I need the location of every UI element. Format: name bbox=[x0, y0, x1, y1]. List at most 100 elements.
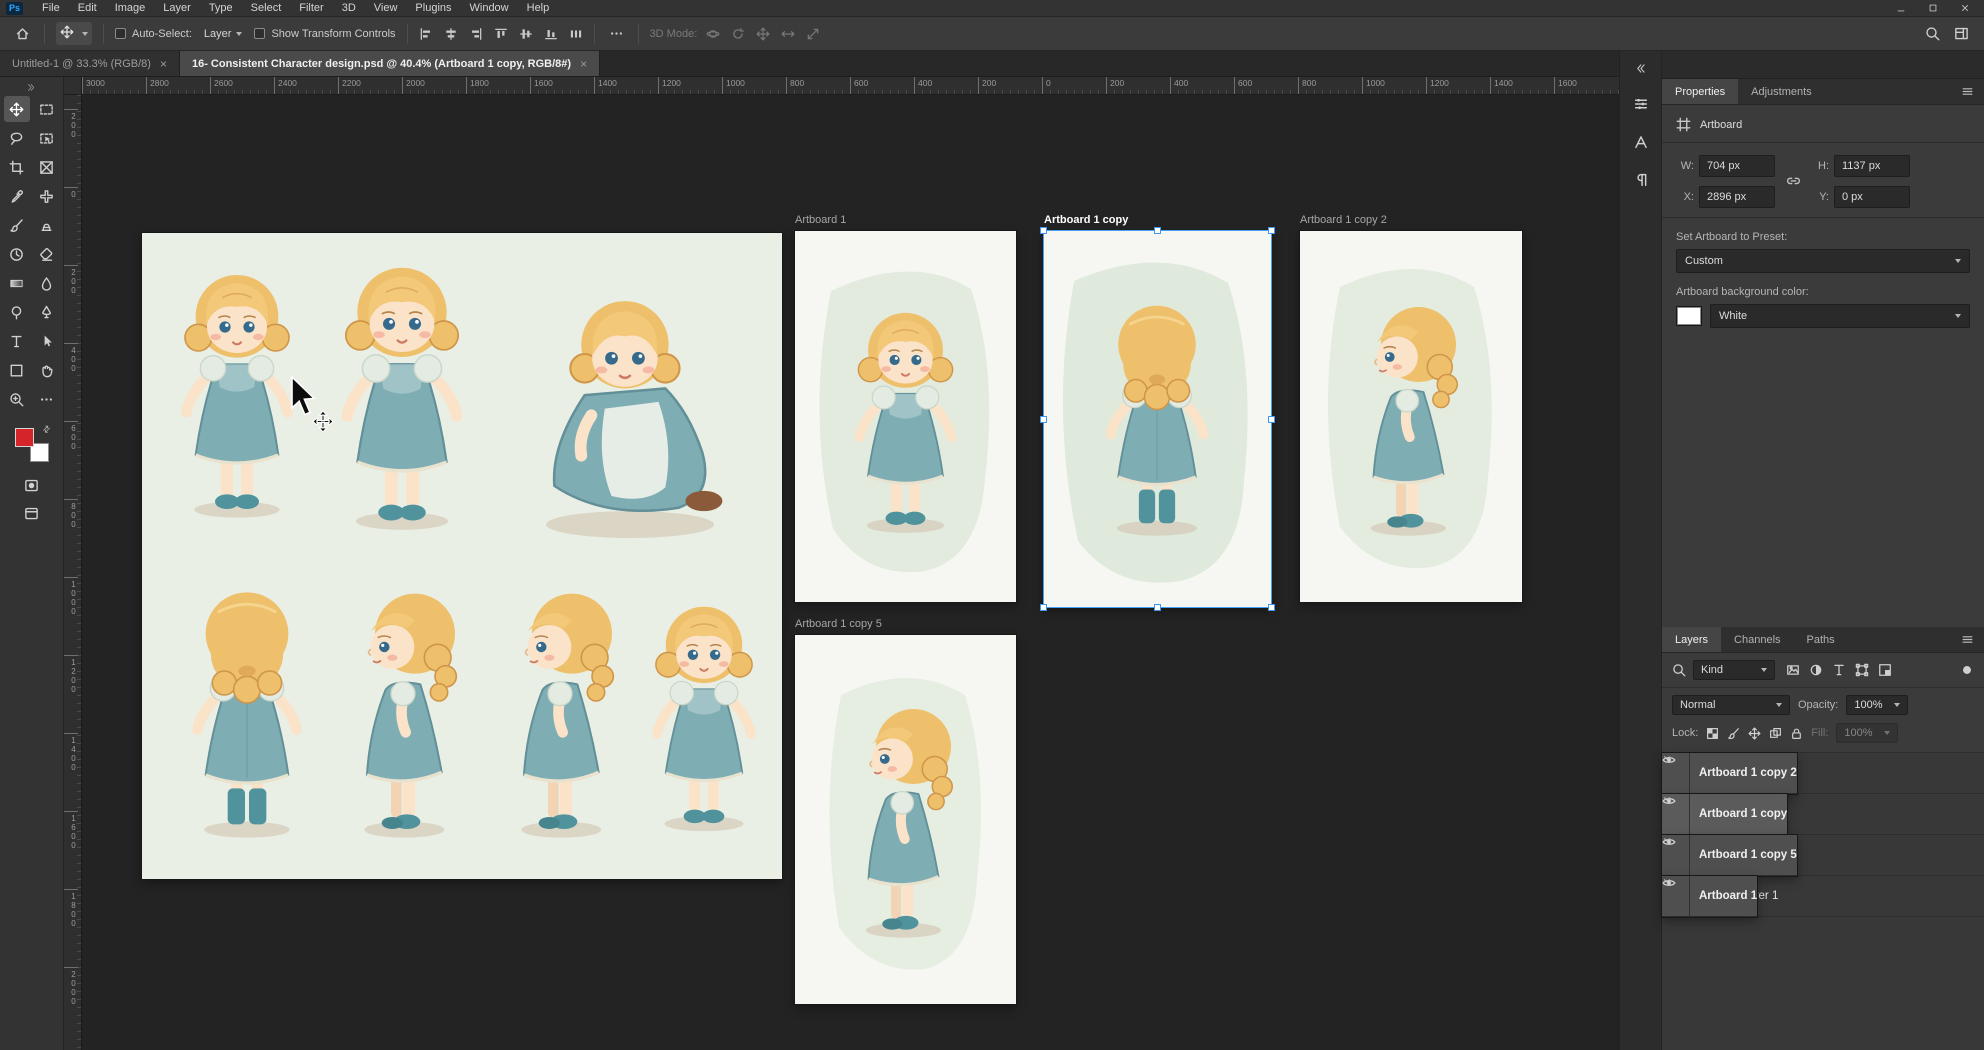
panel-menu-icon[interactable] bbox=[1951, 627, 1984, 652]
screen-mode-button[interactable] bbox=[19, 500, 45, 526]
selection-handle[interactable] bbox=[1154, 227, 1161, 234]
tab-channels[interactable]: Channels bbox=[1721, 627, 1793, 652]
filter-toggle-icon[interactable] bbox=[1960, 663, 1974, 677]
home-icon[interactable] bbox=[12, 23, 33, 44]
foreground-color-swatch[interactable] bbox=[15, 428, 34, 447]
eyedropper-tool[interactable] bbox=[4, 183, 30, 209]
lock-transparent-icon[interactable] bbox=[1706, 727, 1719, 740]
artboard-group-row[interactable]: Artboard 1 copy 5 bbox=[1662, 835, 1797, 876]
object-selection-tool[interactable] bbox=[34, 125, 60, 151]
lock-all-icon[interactable] bbox=[1790, 727, 1803, 740]
shape-filter-icon[interactable] bbox=[1855, 663, 1869, 677]
show-transform-checkbox[interactable]: Show Transform Controls bbox=[254, 28, 395, 40]
align-right-button[interactable] bbox=[469, 27, 483, 41]
selection-handle[interactable] bbox=[1154, 604, 1161, 611]
adjustment-filter-icon[interactable] bbox=[1809, 663, 1823, 677]
opacity-select[interactable]: 100% bbox=[1846, 695, 1908, 715]
selection-handle[interactable] bbox=[1040, 227, 1047, 234]
menu-image[interactable]: Image bbox=[106, 1, 155, 15]
pixel-filter-icon[interactable] bbox=[1786, 663, 1800, 677]
align-left-button[interactable] bbox=[419, 27, 433, 41]
workspace-switcher-icon[interactable] bbox=[1951, 23, 1972, 44]
brush-settings-icon[interactable] bbox=[1629, 92, 1653, 116]
x-field[interactable]: 2896 px bbox=[1699, 186, 1775, 208]
menu-type[interactable]: Type bbox=[200, 1, 242, 15]
layer-name[interactable]: Artboard 1 copy bbox=[1699, 808, 1787, 820]
menu-3d[interactable]: 3D bbox=[333, 1, 365, 15]
eraser-tool[interactable] bbox=[34, 241, 60, 267]
tab-adjustments[interactable]: Adjustments bbox=[1738, 79, 1825, 104]
canvas[interactable]: Artboard 1 Artboard 1 copy bbox=[82, 95, 1619, 1050]
drag-3d-icon[interactable] bbox=[756, 27, 770, 41]
artboard-group-row[interactable]: Artboard 1 bbox=[1662, 876, 1757, 917]
align-bottom-button[interactable] bbox=[544, 27, 558, 41]
fill-select[interactable]: 100% bbox=[1836, 723, 1898, 743]
smart-object-filter-icon[interactable] bbox=[1878, 663, 1892, 677]
lock-image-icon[interactable] bbox=[1727, 727, 1740, 740]
zoom-tool[interactable] bbox=[4, 386, 30, 412]
menu-window[interactable]: Window bbox=[461, 1, 518, 15]
lock-artboard-icon[interactable] bbox=[1769, 727, 1782, 740]
artboard-1-copy[interactable] bbox=[1044, 231, 1271, 607]
selection-handle[interactable] bbox=[1268, 416, 1275, 423]
menu-select[interactable]: Select bbox=[242, 1, 291, 15]
move-tool[interactable] bbox=[4, 96, 30, 122]
checkbox-box[interactable] bbox=[115, 28, 126, 39]
artboard-label[interactable]: Artboard 1 copy 5 bbox=[795, 618, 882, 630]
align-top-button[interactable] bbox=[494, 27, 508, 41]
ruler-corner[interactable] bbox=[64, 77, 82, 95]
horizontal-ruler[interactable]: 3000280026002400220020001800160014001200… bbox=[82, 77, 1619, 95]
tab-close-button[interactable]: × bbox=[580, 57, 587, 71]
menu-file[interactable]: File bbox=[33, 1, 69, 15]
close-icon[interactable] bbox=[1960, 3, 1970, 13]
distribute-h-button[interactable] bbox=[569, 27, 583, 41]
path-selection-tool[interactable] bbox=[34, 328, 60, 354]
artboard-1[interactable] bbox=[795, 231, 1016, 602]
orbit-3d-icon[interactable] bbox=[706, 27, 720, 41]
crop-tool[interactable] bbox=[4, 154, 30, 180]
document-tab-2[interactable]: 16- Consistent Character design.psd @ 40… bbox=[180, 51, 600, 76]
menu-view[interactable]: View bbox=[365, 1, 407, 15]
filter-kind-select[interactable]: Kind bbox=[1693, 660, 1775, 680]
height-field[interactable]: 1137 px bbox=[1834, 155, 1910, 177]
tab-properties[interactable]: Properties bbox=[1662, 79, 1738, 104]
y-field[interactable]: 0 px bbox=[1834, 186, 1910, 208]
auto-select-checkbox[interactable]: Auto-Select: bbox=[115, 28, 192, 40]
artboard-character-sheet[interactable] bbox=[142, 233, 782, 879]
swap-colors-icon[interactable]: ⇄ bbox=[40, 423, 53, 436]
vertical-ruler[interactable]: 2000200400600800100012001400160018002000 bbox=[64, 95, 82, 1050]
artboard-group-row[interactable]: Artboard 1 copy bbox=[1662, 794, 1787, 835]
toolbar-collapse-button[interactable] bbox=[27, 80, 36, 94]
healing-tool[interactable] bbox=[34, 183, 60, 209]
artboard-1-copy-5[interactable] bbox=[795, 635, 1016, 1004]
selection-handle[interactable] bbox=[1040, 416, 1047, 423]
align-middle-button[interactable] bbox=[519, 27, 533, 41]
blur-tool[interactable] bbox=[34, 270, 60, 296]
quick-mask-button[interactable] bbox=[19, 472, 45, 498]
hand-tool[interactable] bbox=[34, 357, 60, 383]
artboard-preset-select[interactable]: Custom bbox=[1676, 249, 1970, 273]
character-panel-icon[interactable] bbox=[1629, 130, 1653, 154]
tab-layers[interactable]: Layers bbox=[1662, 627, 1721, 652]
frame-tool[interactable] bbox=[34, 154, 60, 180]
menu-help[interactable]: Help bbox=[518, 1, 559, 15]
scale-3d-icon[interactable] bbox=[806, 27, 820, 41]
minimize-icon[interactable] bbox=[1896, 3, 1906, 13]
marquee-tool[interactable] bbox=[34, 96, 60, 122]
link-dimensions-icon[interactable] bbox=[1786, 174, 1801, 189]
gradient-tool[interactable] bbox=[4, 270, 30, 296]
brush-tool[interactable] bbox=[4, 212, 30, 238]
type-tool[interactable] bbox=[4, 328, 30, 354]
artboard-bg-select[interactable]: White bbox=[1710, 304, 1970, 328]
artboard-bg-swatch[interactable] bbox=[1676, 306, 1702, 326]
selection-handle[interactable] bbox=[1268, 604, 1275, 611]
menu-plugins[interactable]: Plugins bbox=[406, 1, 460, 15]
type-filter-icon[interactable] bbox=[1832, 663, 1846, 677]
menu-edit[interactable]: Edit bbox=[69, 1, 106, 15]
menu-layer[interactable]: Layer bbox=[154, 1, 200, 15]
artboard-group-row[interactable]: Artboard 1 copy 2 bbox=[1662, 753, 1797, 794]
checkbox-box[interactable] bbox=[254, 28, 265, 39]
rectangle-tool[interactable] bbox=[4, 357, 30, 383]
lasso-tool[interactable] bbox=[4, 125, 30, 151]
pen-tool[interactable] bbox=[34, 299, 60, 325]
